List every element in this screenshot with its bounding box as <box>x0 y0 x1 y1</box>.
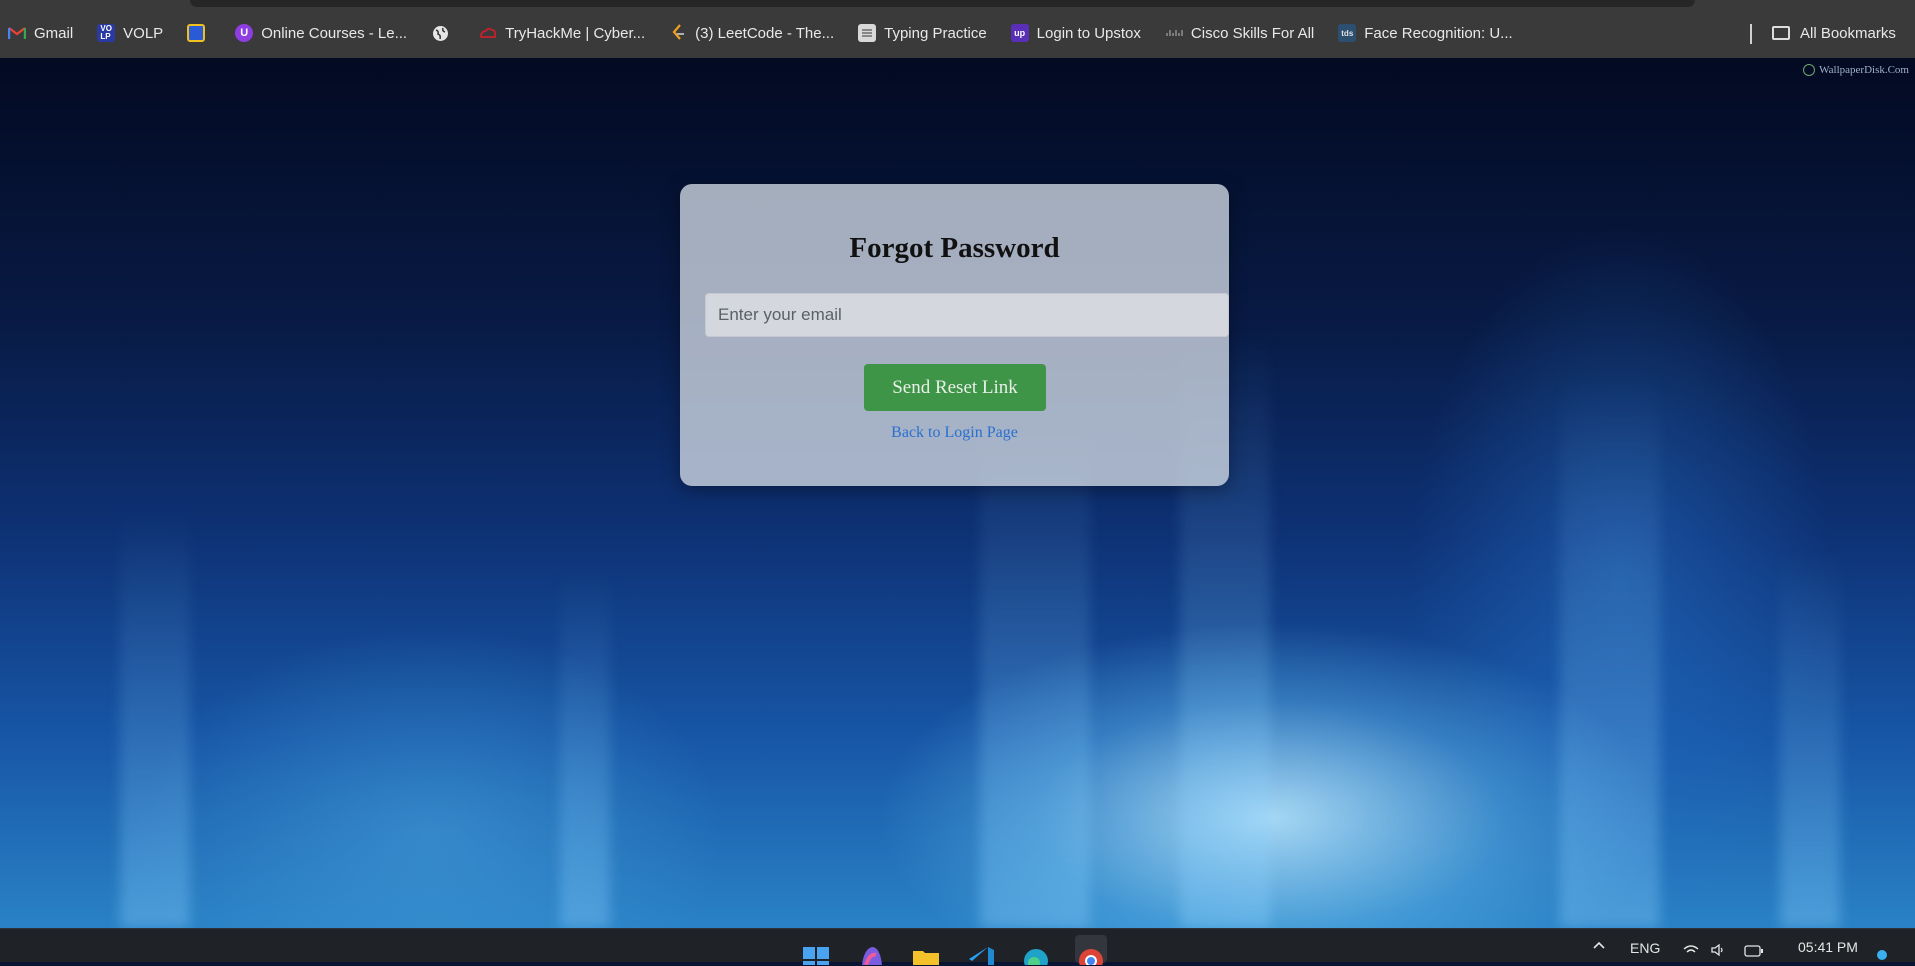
bookmark-cisco[interactable]: Cisco Skills For All <box>1165 20 1314 46</box>
bookmark-upstox[interactable]: up Login to Upstox <box>1010 20 1141 46</box>
volume-icon[interactable] <box>1710 943 1726 960</box>
email-field[interactable] <box>705 293 1229 337</box>
leetcode-icon <box>669 24 687 42</box>
tryhackme-icon <box>479 24 497 42</box>
vscode-icon[interactable] <box>965 935 997 965</box>
bookmark-face-recognition[interactable]: tds Face Recognition: U... <box>1338 20 1513 46</box>
send-reset-link-button[interactable]: Send Reset Link <box>864 364 1046 411</box>
bookmark-online-courses[interactable]: U Online Courses - Le... <box>235 20 407 46</box>
light-streak <box>1560 368 1660 928</box>
page-background: WallpaperDisk.Com Forgot Password Send R… <box>0 58 1915 928</box>
globe-icon <box>431 24 449 42</box>
light-streak <box>980 408 1090 928</box>
watermark-icon <box>1803 64 1816 76</box>
bookmark-label: Gmail <box>34 24 74 42</box>
bookmark-label: TryHackMe | Cyber... <box>505 24 646 42</box>
wifi-icon[interactable] <box>1682 943 1700 960</box>
clock-time[interactable]: 05:41 PM <box>1798 939 1858 955</box>
watermark-text: WallpaperDisk.Com <box>1819 64 1909 76</box>
bookmark-typing-practice[interactable]: Typing Practice <box>858 20 987 46</box>
bookmark-label: VOLP <box>123 24 164 42</box>
windows-start-icon[interactable] <box>800 935 832 965</box>
file-explorer-icon[interactable] <box>910 935 942 965</box>
chrome-icon[interactable] <box>1075 935 1107 965</box>
language-indicator[interactable]: ENG <box>1630 940 1660 956</box>
light-streak <box>1780 548 1840 928</box>
show-hidden-icons-chevron-icon[interactable] <box>1592 937 1606 953</box>
volp-icon: VO LP <box>97 24 116 42</box>
bookmark-app[interactable] <box>187 20 213 46</box>
forgot-password-card: Forgot Password Send Reset Link Back to … <box>680 184 1229 486</box>
copilot-icon[interactable] <box>855 935 887 965</box>
light-streak <box>120 508 190 928</box>
all-bookmarks-label: All Bookmarks <box>1800 24 1896 42</box>
battery-icon[interactable] <box>1744 944 1764 960</box>
tds-icon: tds <box>1338 24 1357 42</box>
gmail-icon <box>8 24 26 42</box>
all-bookmarks-button[interactable]: All Bookmarks <box>1772 20 1896 46</box>
bookmark-gmail[interactable]: Gmail <box>8 20 73 46</box>
bookmark-globe[interactable] <box>431 20 457 46</box>
bookmark-label: (3) LeetCode - The... <box>695 24 835 42</box>
wallpaper-watermark: WallpaperDisk.Com <box>1803 64 1909 76</box>
folder-icon <box>1772 26 1790 40</box>
bookmark-leetcode[interactable]: (3) LeetCode - The... <box>669 20 834 46</box>
bookmark-volp[interactable]: VO LP VOLP <box>97 20 163 46</box>
light-streak <box>560 568 610 928</box>
address-bar-edge <box>190 0 1695 7</box>
notification-icon[interactable] <box>1876 947 1888 966</box>
keyboard-icon <box>858 24 877 42</box>
bookmark-label: Online Courses - Le... <box>261 24 408 42</box>
bookmarks-divider <box>1750 24 1752 44</box>
cisco-icon <box>1165 24 1183 42</box>
bookmark-label: Typing Practice <box>884 24 987 42</box>
bookmark-label: Login to Upstox <box>1036 24 1141 42</box>
page-title: Forgot Password <box>849 232 1060 264</box>
edge-icon[interactable] <box>1020 935 1052 965</box>
udemy-icon: U <box>235 24 254 42</box>
bookmark-label: Face Recognition: U... <box>1364 24 1513 42</box>
app-icon <box>187 24 206 42</box>
back-to-login-link[interactable]: Back to Login Page <box>680 424 1229 442</box>
upstox-icon: up <box>1010 24 1029 42</box>
bookmark-label: Cisco Skills For All <box>1190 24 1315 42</box>
bookmark-tryhackme[interactable]: TryHackMe | Cyber... <box>479 20 645 46</box>
bookmark-list: Gmail VO LP VOLP U Online Courses - Le...… <box>8 20 1537 46</box>
bookmarks-bar: Gmail VO LP VOLP U Online Courses - Le...… <box>0 0 1915 58</box>
taskbar: ENG 05:41 PM <box>0 928 1915 965</box>
taskbar-apps <box>800 935 1130 965</box>
